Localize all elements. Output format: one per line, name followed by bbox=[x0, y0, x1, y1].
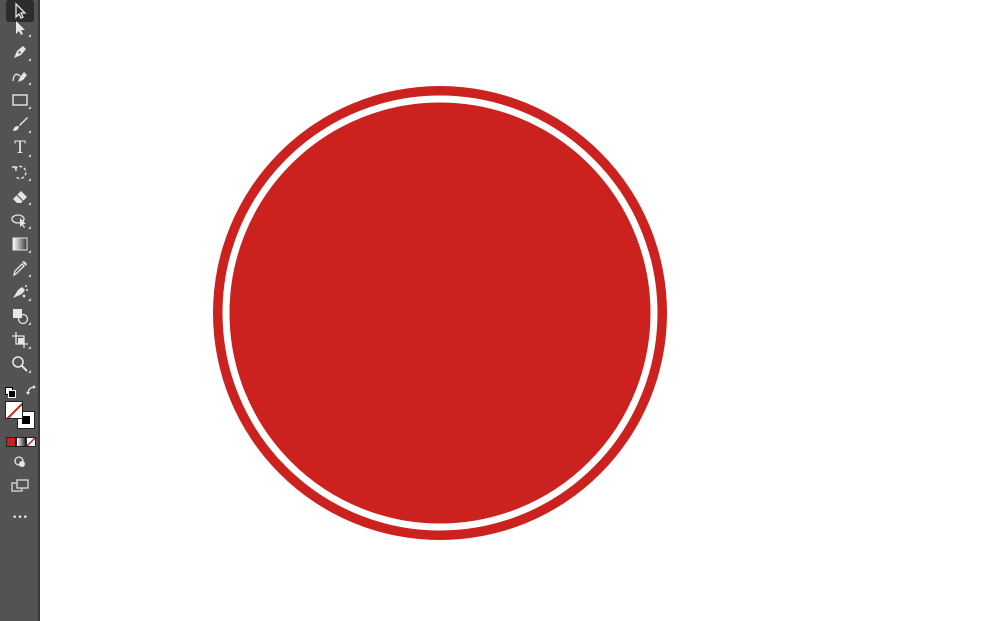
direct-selection-tool[interactable] bbox=[6, 17, 34, 39]
symbol-sprayer-icon bbox=[13, 285, 28, 298]
zoom-tool[interactable] bbox=[6, 353, 34, 375]
tool-group-indicator bbox=[28, 34, 31, 37]
screen-mode-icon bbox=[11, 479, 29, 492]
gradient-icon bbox=[12, 237, 28, 251]
default-fill-stroke-button[interactable] bbox=[5, 383, 16, 398]
type-tool[interactable]: T bbox=[6, 137, 34, 159]
default-colors-icon bbox=[5, 387, 16, 398]
symbol-sprayer-tool[interactable] bbox=[6, 281, 34, 303]
shape-builder-icon bbox=[13, 309, 29, 325]
tool-group-indicator bbox=[28, 370, 31, 373]
outer-red-circle[interactable] bbox=[213, 86, 667, 540]
puppet-warp-tool[interactable] bbox=[6, 209, 34, 231]
shape-builder-tool[interactable] bbox=[6, 305, 34, 327]
eyedropper-icon bbox=[12, 261, 27, 277]
tool-group-indicator bbox=[28, 58, 31, 61]
eyedropper-tool[interactable] bbox=[6, 257, 34, 279]
rotate-tool[interactable] bbox=[6, 161, 34, 183]
draw-mode-button[interactable] bbox=[6, 451, 34, 473]
eraser-tool[interactable] bbox=[6, 185, 34, 207]
curvature-tool[interactable] bbox=[6, 65, 34, 87]
none-mode-button[interactable] bbox=[26, 437, 36, 447]
artboard-canvas[interactable] bbox=[42, 0, 989, 621]
tool-group-indicator bbox=[28, 346, 31, 349]
artboard-tool[interactable] bbox=[6, 329, 34, 351]
tool-group-indicator bbox=[28, 202, 31, 205]
fill-stroke-swatches bbox=[5, 401, 37, 431]
more-tools-icon: ••• bbox=[12, 513, 28, 523]
direct-selection-arrow-icon bbox=[16, 21, 25, 35]
swap-arrow-icon bbox=[26, 385, 36, 395]
tool-group-indicator bbox=[28, 274, 31, 277]
eraser-icon bbox=[13, 191, 27, 203]
paintbrush-tool[interactable] bbox=[6, 113, 34, 135]
gradient-tool[interactable] bbox=[6, 233, 34, 255]
draw-mode-icon bbox=[14, 456, 25, 467]
gradient-mode-button[interactable] bbox=[16, 437, 26, 447]
pen-tool[interactable] bbox=[6, 41, 34, 63]
fill-swatch-none[interactable] bbox=[5, 401, 23, 419]
tool-group-indicator bbox=[28, 322, 31, 325]
puppet-warp-icon bbox=[11, 214, 26, 228]
type-icon: T bbox=[14, 138, 26, 158]
rectangle-icon bbox=[12, 94, 28, 106]
pen-icon bbox=[14, 46, 26, 58]
rectangle-tool[interactable] bbox=[6, 89, 34, 111]
artboard-icon bbox=[12, 332, 28, 348]
illustrator-window: T ••• bbox=[0, 0, 989, 621]
tool-group-indicator bbox=[28, 250, 31, 253]
none-slash-icon bbox=[27, 438, 35, 446]
rotate-icon bbox=[12, 165, 27, 180]
tool-group-indicator bbox=[28, 106, 31, 109]
curvature-pen-icon bbox=[12, 72, 27, 82]
tool-group-indicator bbox=[28, 226, 31, 229]
tool-group-indicator bbox=[28, 298, 31, 301]
tool-group-indicator bbox=[28, 154, 31, 157]
tools-panel: T ••• bbox=[0, 0, 40, 621]
artwork-layer bbox=[213, 86, 667, 540]
tool-group-indicator bbox=[28, 130, 31, 133]
zoom-icon bbox=[12, 356, 28, 372]
color-mode-button[interactable] bbox=[6, 437, 16, 447]
tool-group-indicator bbox=[28, 82, 31, 85]
screen-mode-button[interactable] bbox=[6, 475, 34, 497]
tool-group-indicator bbox=[28, 178, 31, 181]
paintbrush-icon bbox=[13, 117, 28, 131]
swap-fill-stroke-button[interactable] bbox=[25, 382, 38, 395]
edit-toolbar-button[interactable]: ••• bbox=[6, 507, 34, 529]
